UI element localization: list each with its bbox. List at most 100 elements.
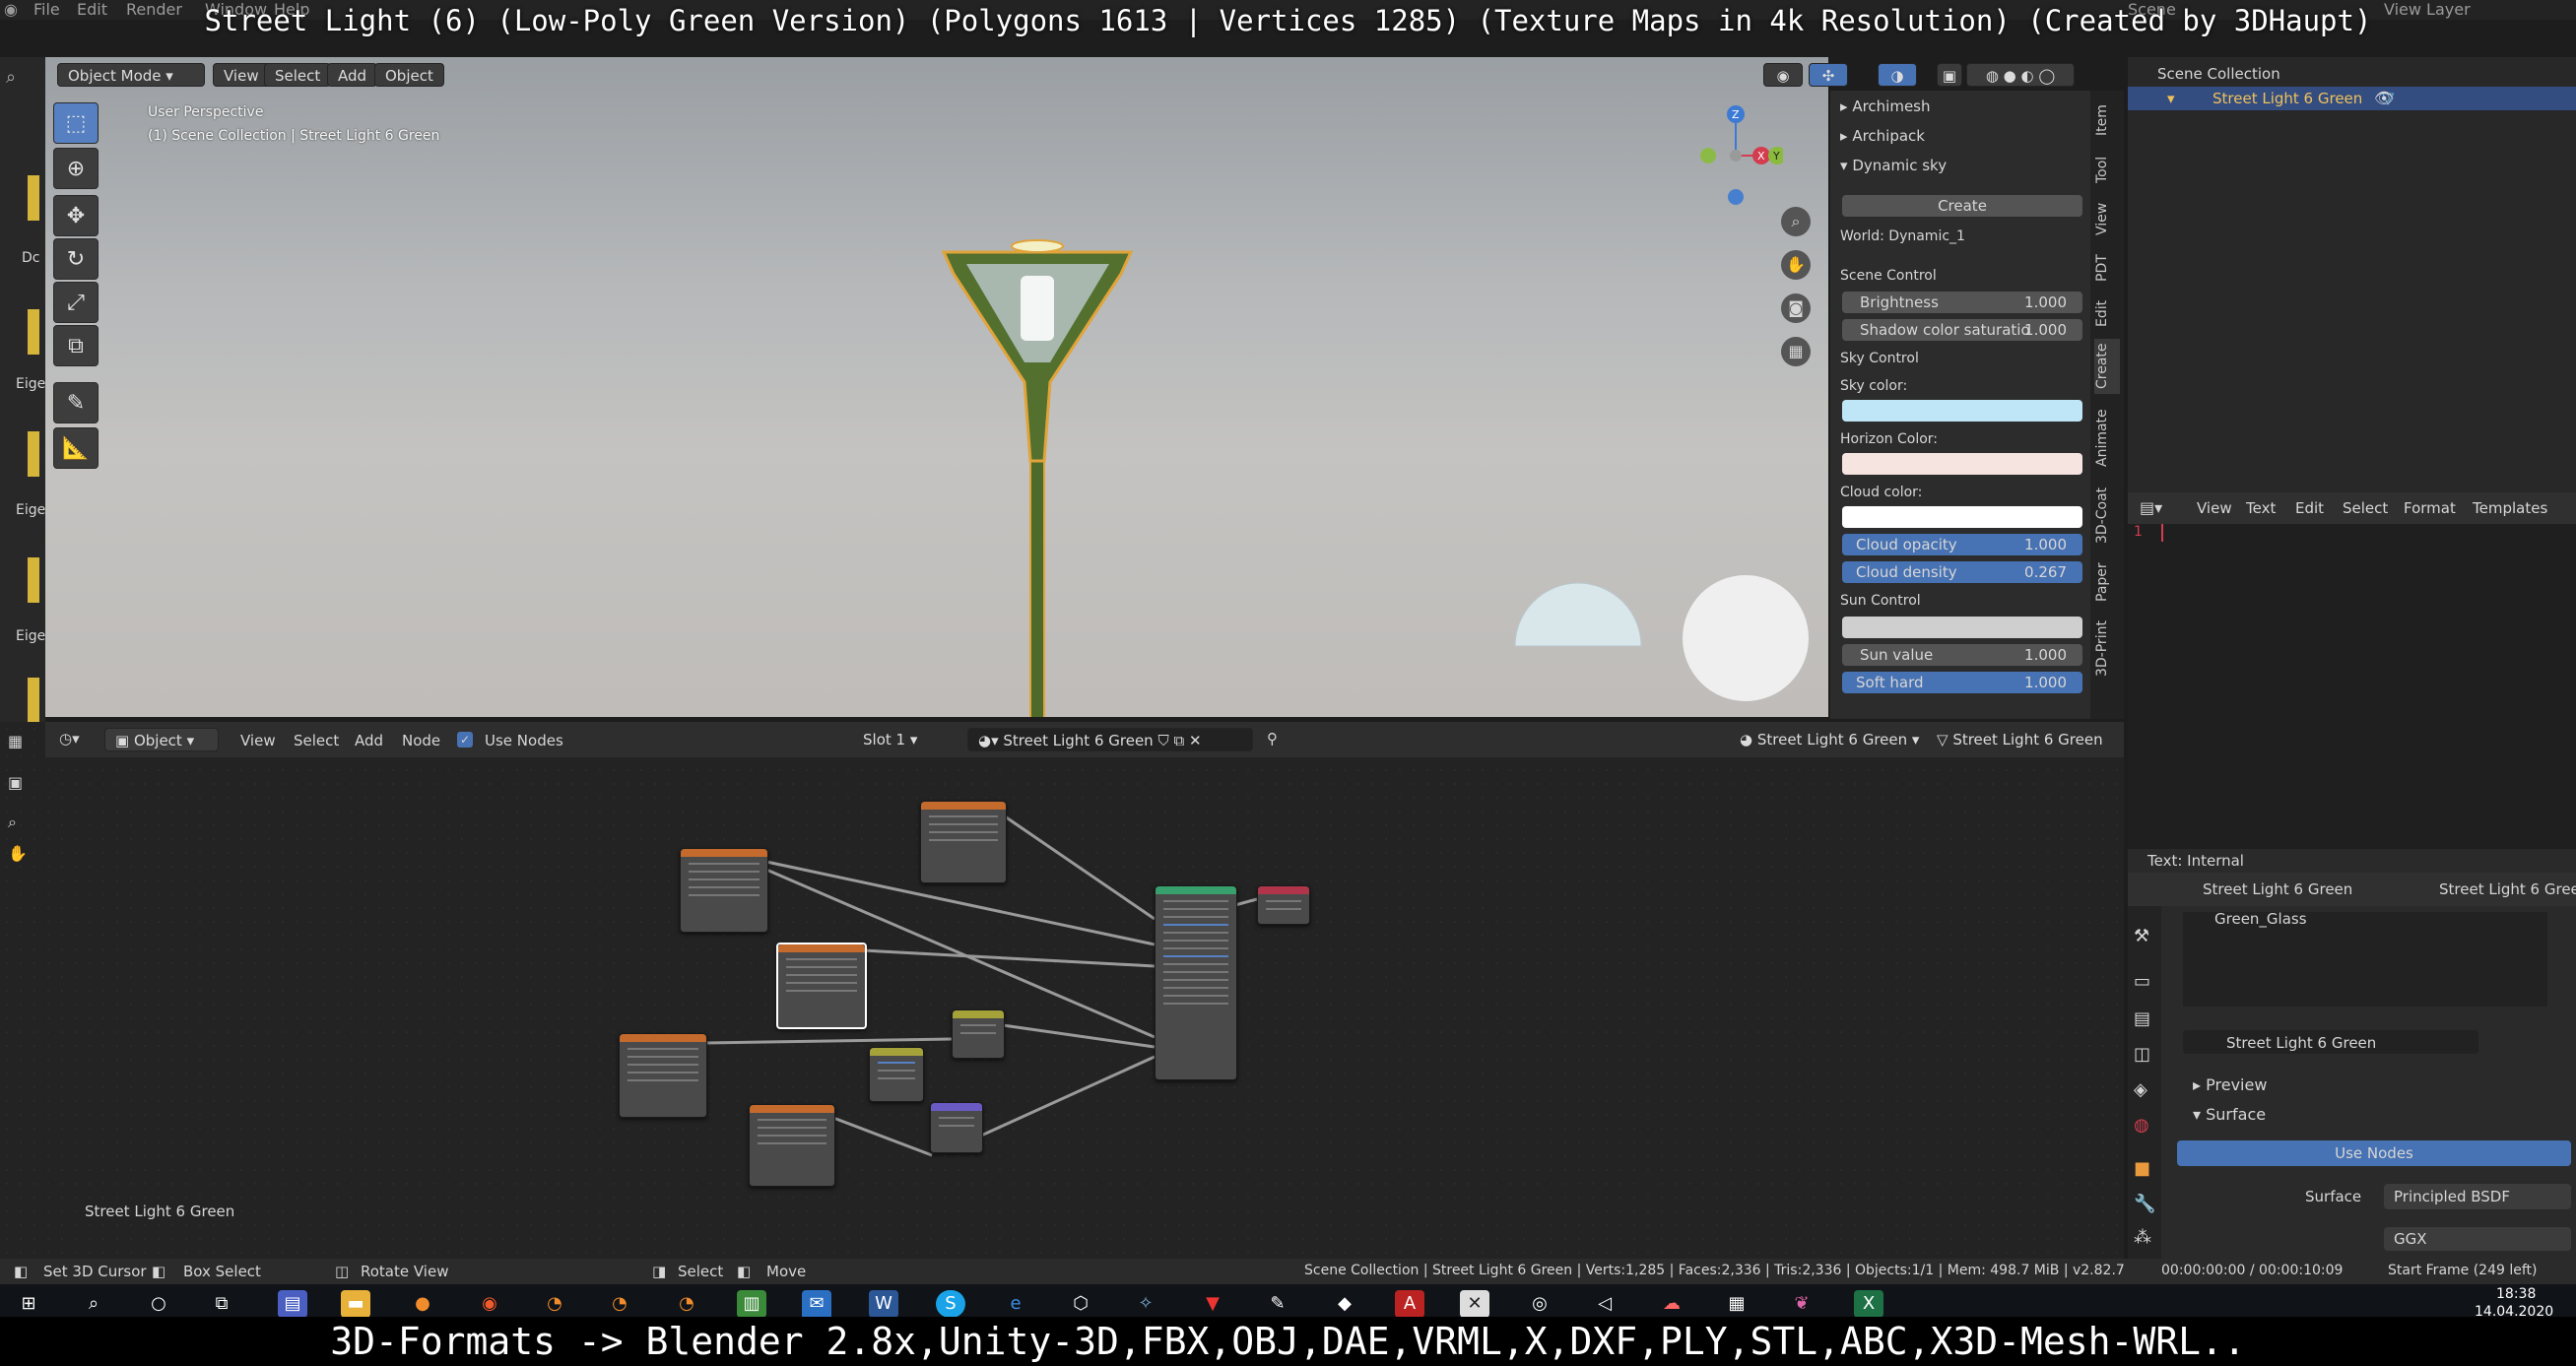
tab-3d-coat[interactable]: 3D-Coat: [2094, 481, 2120, 550]
material-output-node[interactable]: [1257, 885, 1310, 925]
scene-tab-icon[interactable]: ◈: [2134, 1079, 2147, 1100]
node-menu-select[interactable]: Select: [294, 732, 339, 749]
pin-icon[interactable]: ⚲: [1267, 730, 1278, 748]
visibility-icon[interactable]: ◉: [1763, 63, 1803, 87]
shader-type-dropdown[interactable]: ▣ Object ▾: [104, 728, 219, 751]
eye-visibility-icon[interactable]: 👁: [2374, 89, 2394, 107]
surface-panel[interactable]: ▾ Surface: [2193, 1105, 2266, 1124]
unity-icon[interactable]: ◆: [1330, 1290, 1359, 1318]
select-box-tool-icon[interactable]: ⬚: [53, 102, 99, 144]
excel-icon[interactable]: X: [1854, 1290, 1883, 1318]
word-icon[interactable]: W: [869, 1290, 898, 1318]
shadow-saturation-field[interactable]: Shadow color saturatio 1.000: [1842, 319, 2082, 341]
windows-start-icon[interactable]: ⊞: [14, 1290, 43, 1318]
zoom-icon[interactable]: ⌕: [8, 813, 17, 832]
scene-collection-label[interactable]: Scene Collection: [2157, 65, 2280, 83]
cortana-icon[interactable]: ○: [144, 1290, 173, 1318]
particles-tab-icon[interactable]: ⁂: [2134, 1227, 2151, 1248]
shading-mode-icons[interactable]: ◍ ● ◐ ◯: [1966, 63, 2075, 87]
calculator-icon[interactable]: ▦: [1722, 1290, 1751, 1318]
tab-create[interactable]: Create: [2094, 339, 2120, 394]
search-icon[interactable]: ⌕: [6, 67, 16, 88]
properties-material-tab[interactable]: Street Light 6 Green: [2439, 880, 2576, 898]
shader-node[interactable]: [680, 848, 768, 933]
brightness-field[interactable]: Brightness 1.000: [1842, 292, 2082, 313]
sky-color-swatch[interactable]: [1842, 400, 2082, 422]
view-layer-tab-icon[interactable]: ◫: [2134, 1044, 2150, 1065]
blender-icon[interactable]: ◔: [672, 1290, 701, 1318]
viewport-menu-add[interactable]: Add: [327, 63, 378, 87]
cloud-opacity-field[interactable]: Cloud opacity 1.000: [1842, 534, 2082, 555]
file-explorer-icon[interactable]: ▬: [341, 1290, 370, 1318]
mesh-selector[interactable]: ▽ Street Light 6 Green: [1927, 728, 2124, 751]
editor-type-icon[interactable]: ▦: [8, 732, 23, 750]
create-button[interactable]: Create: [1842, 195, 2082, 217]
use-nodes-checkbox[interactable]: ✓: [457, 732, 473, 748]
converter-node[interactable]: [952, 1009, 1005, 1059]
material-selector[interactable]: ◕▾ Street Light 6 Green ⛉ ⧉ ✕: [967, 728, 1253, 751]
tab-3d-print[interactable]: 3D-Print: [2094, 615, 2120, 683]
viewport-menu-object[interactable]: Object: [374, 63, 444, 87]
properties-object-name[interactable]: Street Light 6 Green: [2203, 880, 2352, 898]
output-tab-icon[interactable]: ▤: [2134, 1008, 2150, 1029]
cloud-color-swatch[interactable]: [1842, 506, 2082, 528]
blender-icon[interactable]: ◔: [605, 1290, 634, 1318]
text-editor[interactable]: 1 Text: Internal: [2128, 492, 2576, 873]
distribution-selector[interactable]: GGX: [2384, 1227, 2571, 1251]
horizon-color-swatch[interactable]: [1842, 453, 2082, 475]
shader-node[interactable]: [619, 1033, 707, 1118]
text-menu-templates[interactable]: Templates: [2473, 499, 2547, 517]
pan-hand-icon[interactable]: ✋: [8, 844, 28, 863]
firefox-icon[interactable]: ◉: [475, 1290, 504, 1318]
github-icon[interactable]: ◎: [1525, 1290, 1554, 1318]
shader-node[interactable]: [749, 1104, 835, 1187]
text-menu-view[interactable]: View: [2197, 499, 2232, 517]
object-selector[interactable]: ◕ Street Light 6 Green ▾: [1730, 728, 1919, 751]
app-icon[interactable]: ●: [408, 1290, 437, 1318]
app-icon[interactable]: ✧: [1131, 1290, 1160, 1318]
editor-type-icon[interactable]: ▤▾: [2140, 498, 2162, 517]
search-icon[interactable]: ⌕: [79, 1290, 108, 1318]
modifier-tab-icon[interactable]: 🔧: [2134, 1194, 2155, 1214]
node-menu-add[interactable]: Add: [355, 732, 383, 749]
surface-shader-selector[interactable]: Principled BSDF: [2384, 1184, 2571, 1209]
scale-tool-icon[interactable]: ⤢: [53, 282, 99, 323]
image-icon[interactable]: ▣: [8, 773, 23, 792]
app-icon[interactable]: ▥: [737, 1290, 766, 1318]
shader-node[interactable]: [920, 801, 1007, 883]
move-tool-icon[interactable]: ✥: [53, 195, 99, 236]
tab-pdt[interactable]: PDT: [2094, 248, 2120, 288]
blender-icon[interactable]: ◔: [540, 1290, 569, 1318]
outliner-object-name[interactable]: Street Light 6 Green: [2213, 90, 2362, 107]
mapping-node[interactable]: [930, 1102, 983, 1153]
annotate-tool-icon[interactable]: ✎: [53, 382, 99, 423]
node-menu-node[interactable]: Node: [402, 732, 440, 749]
preview-panel[interactable]: ▸ Preview: [2193, 1075, 2267, 1094]
app-icon[interactable]: ☁: [1657, 1290, 1686, 1318]
archimesh-section[interactable]: ▸ Archimesh: [1840, 95, 2082, 118]
gizmo-toggle-icon[interactable]: ✣: [1809, 63, 1848, 87]
tab-paper[interactable]: Paper: [2094, 557, 2120, 607]
grid-view-icon[interactable]: ▦: [1781, 337, 1811, 366]
tool-tab-icon[interactable]: ⚒: [2134, 926, 2149, 946]
shader-node-editor[interactable]: Street Light 6 Green ▦ ▣ ⌕ ✋: [0, 722, 2124, 1259]
zoom-icon[interactable]: ⌕: [1781, 207, 1811, 236]
render-tab-icon[interactable]: ▭: [2134, 971, 2150, 992]
tab-animate[interactable]: Animate: [2094, 404, 2120, 473]
vector-node[interactable]: [869, 1047, 924, 1102]
camera-icon[interactable]: ◙: [1781, 293, 1811, 323]
cursor-tool-icon[interactable]: ⊕: [53, 148, 99, 189]
measure-tool-icon[interactable]: 📐: [53, 427, 99, 469]
app-icon[interactable]: ✕: [1460, 1290, 1489, 1318]
tab-item[interactable]: Item: [2094, 100, 2120, 140]
app-icon[interactable]: ❦: [1787, 1290, 1816, 1318]
text-menu-text[interactable]: Text: [2246, 499, 2276, 517]
object-tab-icon[interactable]: ■: [2134, 1158, 2150, 1179]
3d-viewport[interactable]: User Perspective (1) Scene Collection | …: [45, 57, 1828, 717]
slot-dropdown[interactable]: Slot 1 ▾: [853, 728, 961, 751]
use-nodes-button[interactable]: Use Nodes: [2177, 1140, 2571, 1166]
soft-hard-field[interactable]: Soft hard 1.000: [1842, 672, 2082, 693]
cloud-density-field[interactable]: Cloud density 0.267: [1842, 561, 2082, 583]
text-menu-format[interactable]: Format: [2404, 499, 2456, 517]
archipack-section[interactable]: ▸ Archipack: [1840, 124, 2082, 148]
